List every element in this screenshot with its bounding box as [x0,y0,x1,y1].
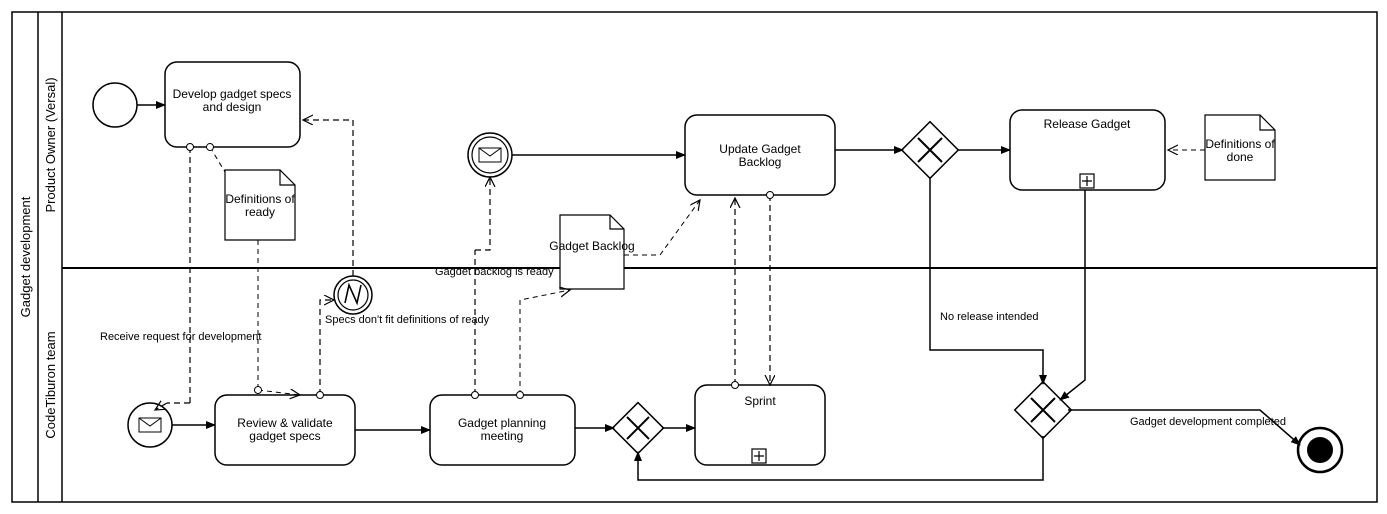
label-specs-dont-fit: Specs don't fit definitions of ready [325,314,490,326]
doc-definitions-ready: Definitions ofready [225,170,295,240]
svg-text:Review & validategadget specs: Review & validategadget specs [237,416,333,443]
pool-title: Gadget development [18,196,33,317]
label-receive-request: Receive request for development [100,331,261,343]
event-message-intermediate-top [468,133,512,177]
lane-bottom-label: CodeTiburon team [43,331,58,438]
assoc-develop-to-defready [210,147,225,172]
svg-text:Sprint: Sprint [744,394,776,408]
task-planning-meeting: Gadget planningmeeting [430,395,575,465]
task-release-gadget-label: Release Gadget [1044,117,1131,131]
lane-top-label: Product Owner (Versal) [43,77,58,212]
task-sprint: Sprint [695,385,825,465]
svg-text:Gadget Backlog: Gadget Backlog [549,239,634,253]
end-event [1298,428,1342,472]
flow-gwtop-no-release [930,177,1043,384]
label-no-release: No release intended [940,311,1038,323]
task-review-specs: Review & validategadget specs [215,395,355,465]
assoc-backlogdoc-to-update [624,200,700,255]
start-event-top [93,83,137,127]
task-release-gadget: Release Gadget [1010,110,1165,190]
gateway-bottom-2 [1015,382,1072,439]
task-update-backlog: Update GadgetBacklog [685,115,835,195]
gateway-top [902,122,959,179]
doc-definitions-done: Definitions ofdone [1205,115,1275,180]
event-specs-dont-fit [334,276,372,314]
doc-gadget-backlog-label: Gadget Backlog [549,239,634,253]
doc-gadget-backlog: Gadget Backlog [549,215,634,289]
task-sprint-label: Sprint [744,394,776,408]
msgflow-escalation-to-develop [303,120,353,276]
bpmn-diagram: Gadget development Product Owner (Versal… [0,0,1387,514]
assoc-planning-to-backlogdoc [520,290,570,395]
svg-text:Release Gadget: Release Gadget [1044,117,1131,131]
gateway-bottom-1 [613,403,664,454]
flow-release-to-gw2 [1060,190,1085,400]
label-dev-completed: Gadget development completed [1130,416,1286,428]
event-message-start-bottom [128,403,172,447]
task-develop-specs: Develop gadget specsand design [165,62,300,147]
label-backlog-ready: Gagdet backlog is ready [435,266,554,278]
